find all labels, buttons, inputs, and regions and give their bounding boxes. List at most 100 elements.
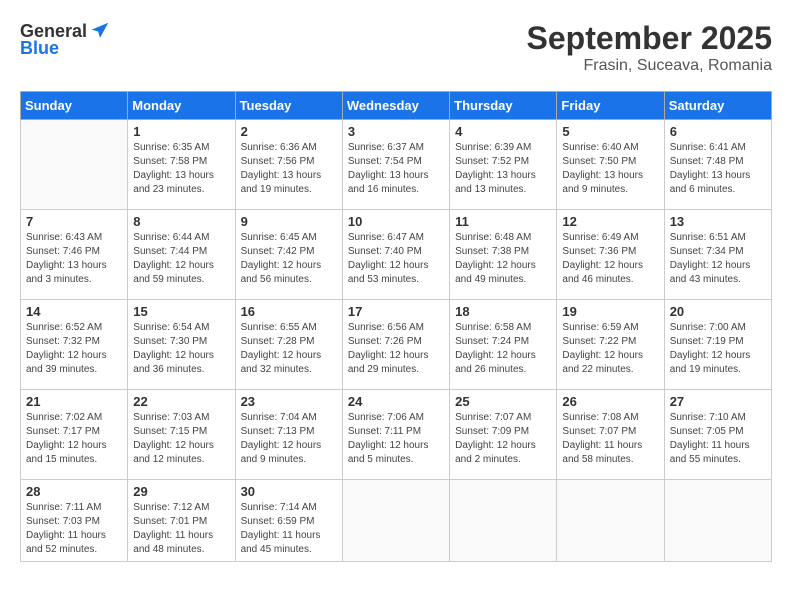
- day-info: Sunrise: 6:41 AM Sunset: 7:48 PM Dayligh…: [670, 141, 766, 197]
- week-row-1: 1Sunrise: 6:35 AM Sunset: 7:58 PM Daylig…: [21, 120, 772, 210]
- day-number: 5: [562, 124, 658, 139]
- weekday-header-wednesday: Wednesday: [342, 92, 449, 120]
- day-info: Sunrise: 6:56 AM Sunset: 7:26 PM Dayligh…: [348, 321, 444, 377]
- day-number: 6: [670, 124, 766, 139]
- day-info: Sunrise: 6:48 AM Sunset: 7:38 PM Dayligh…: [455, 231, 551, 287]
- calendar-cell: 4 Sunrise: 6:39 AM Sunset: 7:52 PM Daylig…: [450, 120, 557, 210]
- day-info: Sunrise: 6:58 AM Sunset: 7:24 PM Dayligh…: [455, 321, 551, 377]
- day-info: Sunrise: 7:08 AM Sunset: 7:07 PM Dayligh…: [562, 411, 658, 467]
- day-number: 29: [133, 484, 229, 499]
- calendar-cell: 22Sunrise: 7:03 AM Sunset: 7:15 PM Dayli…: [128, 390, 235, 480]
- day-number: 13: [670, 214, 766, 229]
- day-info: Sunrise: 7:10 AM Sunset: 7:05 PM Dayligh…: [670, 411, 766, 467]
- day-number: 14: [26, 304, 122, 319]
- page-header: General Blue September 2025 Frasin, Suce…: [20, 20, 772, 75]
- calendar-cell: 11 Sunrise: 6:48 AM Sunset: 7:38 PM Dayli…: [450, 210, 557, 300]
- day-number: 26: [562, 394, 658, 409]
- day-number: 16: [241, 304, 337, 319]
- day-number: 28: [26, 484, 122, 499]
- day-number: 9: [241, 214, 337, 229]
- day-number: 21: [26, 394, 122, 409]
- weekday-header-row: SundayMondayTuesdayWednesdayThursdayFrid…: [21, 92, 772, 120]
- weekday-header-tuesday: Tuesday: [235, 92, 342, 120]
- day-number: 12: [562, 214, 658, 229]
- weekday-header-monday: Monday: [128, 92, 235, 120]
- day-info: Sunrise: 6:59 AM Sunset: 7:22 PM Dayligh…: [562, 321, 658, 377]
- day-number: 27: [670, 394, 766, 409]
- calendar-cell: 2 Sunrise: 6:36 AM Sunset: 7:56 PM Daylig…: [235, 120, 342, 210]
- logo: General Blue: [20, 20, 111, 59]
- day-number: 7: [26, 214, 122, 229]
- calendar-cell: 23Sunrise: 7:04 AM Sunset: 7:13 PM Dayli…: [235, 390, 342, 480]
- weekday-header-friday: Friday: [557, 92, 664, 120]
- day-info: Sunrise: 6:43 AM Sunset: 7:46 PM Dayligh…: [26, 231, 122, 287]
- day-info: Sunrise: 6:39 AM Sunset: 7:52 PM Dayligh…: [455, 141, 551, 197]
- week-row-4: 21 Sunrise: 7:02 AM Sunset: 7:17 PM Dayli…: [21, 390, 772, 480]
- calendar-cell: 15 Sunrise: 6:54 AM Sunset: 7:30 PM Dayli…: [128, 300, 235, 390]
- title-area: September 2025 Frasin, Suceava, Romania: [527, 20, 772, 75]
- weekday-header-sunday: Sunday: [21, 92, 128, 120]
- month-year-title: September 2025: [527, 20, 772, 57]
- day-info: Sunrise: 6:44 AM Sunset: 7:44 PM Dayligh…: [133, 231, 229, 287]
- calendar-cell: [664, 480, 771, 562]
- day-info: Sunrise: 6:40 AM Sunset: 7:50 PM Dayligh…: [562, 141, 658, 197]
- week-row-5: 28 Sunrise: 7:11 AM Sunset: 7:03 PM Dayli…: [21, 480, 772, 562]
- calendar-cell: 12 Sunrise: 6:49 AM Sunset: 7:36 PM Dayli…: [557, 210, 664, 300]
- day-info: Sunrise: 6:36 AM Sunset: 7:56 PM Dayligh…: [241, 141, 337, 197]
- calendar-cell: 7 Sunrise: 6:43 AM Sunset: 7:46 PM Daylig…: [21, 210, 128, 300]
- day-number: 10: [348, 214, 444, 229]
- location-subtitle: Frasin, Suceava, Romania: [527, 57, 772, 75]
- weekday-header-thursday: Thursday: [450, 92, 557, 120]
- day-number: 2: [241, 124, 337, 139]
- calendar-cell: 30 Sunrise: 7:14 AM Sunset: 6:59 PM Dayli…: [235, 480, 342, 562]
- day-number: 15: [133, 304, 229, 319]
- calendar-cell: [450, 480, 557, 562]
- day-info: Sunrise: 6:35 AM Sunset: 7:58 PM Dayligh…: [133, 141, 229, 197]
- day-number: 23: [241, 394, 337, 409]
- logo-blue-text: Blue: [20, 38, 59, 59]
- day-number: 4: [455, 124, 551, 139]
- calendar-cell: 19Sunrise: 6:59 AM Sunset: 7:22 PM Dayli…: [557, 300, 664, 390]
- calendar-cell: 1Sunrise: 6:35 AM Sunset: 7:58 PM Daylig…: [128, 120, 235, 210]
- day-info: Sunrise: 7:07 AM Sunset: 7:09 PM Dayligh…: [455, 411, 551, 467]
- calendar-cell: 3Sunrise: 6:37 AM Sunset: 7:54 PM Daylig…: [342, 120, 449, 210]
- calendar-cell: 21 Sunrise: 7:02 AM Sunset: 7:17 PM Dayli…: [21, 390, 128, 480]
- day-info: Sunrise: 6:49 AM Sunset: 7:36 PM Dayligh…: [562, 231, 658, 287]
- logo-bird-icon: [89, 20, 111, 42]
- day-number: 30: [241, 484, 337, 499]
- day-info: Sunrise: 7:00 AM Sunset: 7:19 PM Dayligh…: [670, 321, 766, 377]
- day-info: Sunrise: 7:11 AM Sunset: 7:03 PM Dayligh…: [26, 501, 122, 557]
- calendar-cell: 17Sunrise: 6:56 AM Sunset: 7:26 PM Dayli…: [342, 300, 449, 390]
- calendar-cell: 16 Sunrise: 6:55 AM Sunset: 7:28 PM Dayli…: [235, 300, 342, 390]
- day-number: 25: [455, 394, 551, 409]
- day-number: 8: [133, 214, 229, 229]
- day-info: Sunrise: 6:55 AM Sunset: 7:28 PM Dayligh…: [241, 321, 337, 377]
- day-info: Sunrise: 7:12 AM Sunset: 7:01 PM Dayligh…: [133, 501, 229, 557]
- day-number: 20: [670, 304, 766, 319]
- calendar-cell: 27 Sunrise: 7:10 AM Sunset: 7:05 PM Dayli…: [664, 390, 771, 480]
- day-number: 24: [348, 394, 444, 409]
- calendar-cell: [342, 480, 449, 562]
- calendar-cell: 18Sunrise: 6:58 AM Sunset: 7:24 PM Dayli…: [450, 300, 557, 390]
- day-number: 22: [133, 394, 229, 409]
- day-info: Sunrise: 6:54 AM Sunset: 7:30 PM Dayligh…: [133, 321, 229, 377]
- day-info: Sunrise: 6:52 AM Sunset: 7:32 PM Dayligh…: [26, 321, 122, 377]
- day-info: Sunrise: 6:47 AM Sunset: 7:40 PM Dayligh…: [348, 231, 444, 287]
- calendar-cell: 9Sunrise: 6:45 AM Sunset: 7:42 PM Daylig…: [235, 210, 342, 300]
- weekday-header-saturday: Saturday: [664, 92, 771, 120]
- week-row-2: 7 Sunrise: 6:43 AM Sunset: 7:46 PM Daylig…: [21, 210, 772, 300]
- day-info: Sunrise: 6:51 AM Sunset: 7:34 PM Dayligh…: [670, 231, 766, 287]
- calendar-cell: 29 Sunrise: 7:12 AM Sunset: 7:01 PM Dayli…: [128, 480, 235, 562]
- day-info: Sunrise: 7:06 AM Sunset: 7:11 PM Dayligh…: [348, 411, 444, 467]
- calendar-cell: [557, 480, 664, 562]
- calendar-cell: 13 Sunrise: 6:51 AM Sunset: 7:34 PM Dayli…: [664, 210, 771, 300]
- calendar-cell: 26 Sunrise: 7:08 AM Sunset: 7:07 PM Dayli…: [557, 390, 664, 480]
- calendar-cell: 8 Sunrise: 6:44 AM Sunset: 7:44 PM Daylig…: [128, 210, 235, 300]
- calendar-cell: 5 Sunrise: 6:40 AM Sunset: 7:50 PM Daylig…: [557, 120, 664, 210]
- day-number: 11: [455, 214, 551, 229]
- day-info: Sunrise: 6:37 AM Sunset: 7:54 PM Dayligh…: [348, 141, 444, 197]
- calendar-cell: 24 Sunrise: 7:06 AM Sunset: 7:11 PM Dayli…: [342, 390, 449, 480]
- day-info: Sunrise: 7:02 AM Sunset: 7:17 PM Dayligh…: [26, 411, 122, 467]
- day-info: Sunrise: 7:14 AM Sunset: 6:59 PM Dayligh…: [241, 501, 337, 557]
- week-row-3: 14 Sunrise: 6:52 AM Sunset: 7:32 PM Dayli…: [21, 300, 772, 390]
